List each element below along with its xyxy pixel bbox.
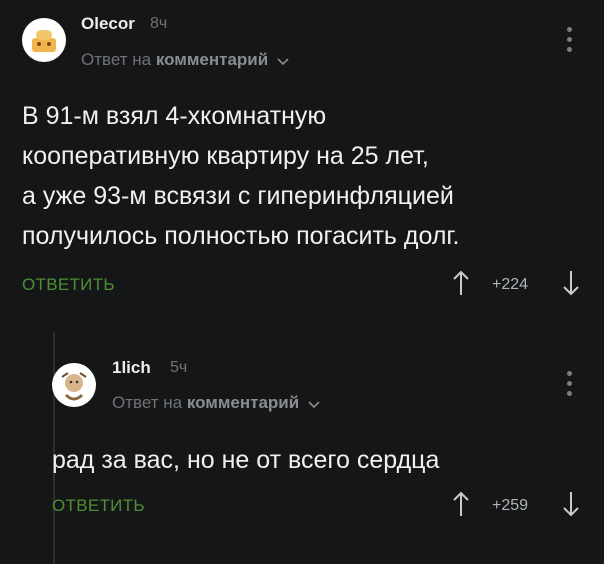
comment-reply: 1lich 5ч Ответ на комментарий рад за вас… (0, 340, 604, 564)
reply-to-link[interactable]: Ответ на комментарий (81, 50, 289, 71)
arrow-up-icon[interactable] (452, 270, 470, 296)
more-vertical-icon[interactable] (567, 27, 573, 55)
comment-time: 5ч (170, 359, 188, 376)
reply-to-link[interactable]: Ответ на комментарий (112, 393, 320, 414)
rating-count: +224 (492, 276, 529, 293)
reply-to-target: комментарий (155, 50, 269, 69)
comment-text-line: получилось полностью погасить долг. (22, 222, 460, 250)
arrow-down-icon[interactable] (562, 270, 580, 296)
more-vertical-icon[interactable] (567, 371, 573, 399)
comment-text-line: В 91-м взял 4-хкомнатную (22, 102, 327, 130)
avatar[interactable] (22, 18, 66, 62)
arrow-up-icon[interactable] (452, 491, 470, 517)
comment: Olecor 8ч Ответ на комментарий В 91-м вз… (0, 0, 604, 320)
rating-count: +259 (492, 497, 529, 514)
chevron-down-icon (277, 51, 289, 71)
reply-button[interactable]: ОТВЕТИТЬ (52, 496, 145, 516)
comment-text-line: рад за вас, но не от всего сердца (52, 446, 440, 474)
chevron-down-icon (308, 394, 320, 414)
comment-text-line: кооперативную квартиру на 25 лет, (22, 142, 429, 170)
reply-to-target: комментарий (186, 393, 300, 412)
comment-time: 8ч (150, 15, 168, 32)
comment-text-line: а уже 93-м всвязи с гиперинфляцией (22, 182, 454, 210)
comment-text: В 91-м взял 4-хкомнатную кооперативную к… (22, 96, 459, 256)
reply-button[interactable]: ОТВЕТИТЬ (22, 275, 115, 295)
reply-to-prefix: Ответ на (112, 393, 183, 412)
avatar[interactable] (52, 363, 96, 407)
author-name[interactable]: 1lich (112, 358, 151, 378)
comment-text: рад за вас, но не от всего сердца (52, 440, 439, 480)
reply-to-prefix: Ответ на (81, 50, 152, 69)
author-name[interactable]: Olecor (81, 14, 135, 34)
arrow-down-icon[interactable] (562, 491, 580, 517)
